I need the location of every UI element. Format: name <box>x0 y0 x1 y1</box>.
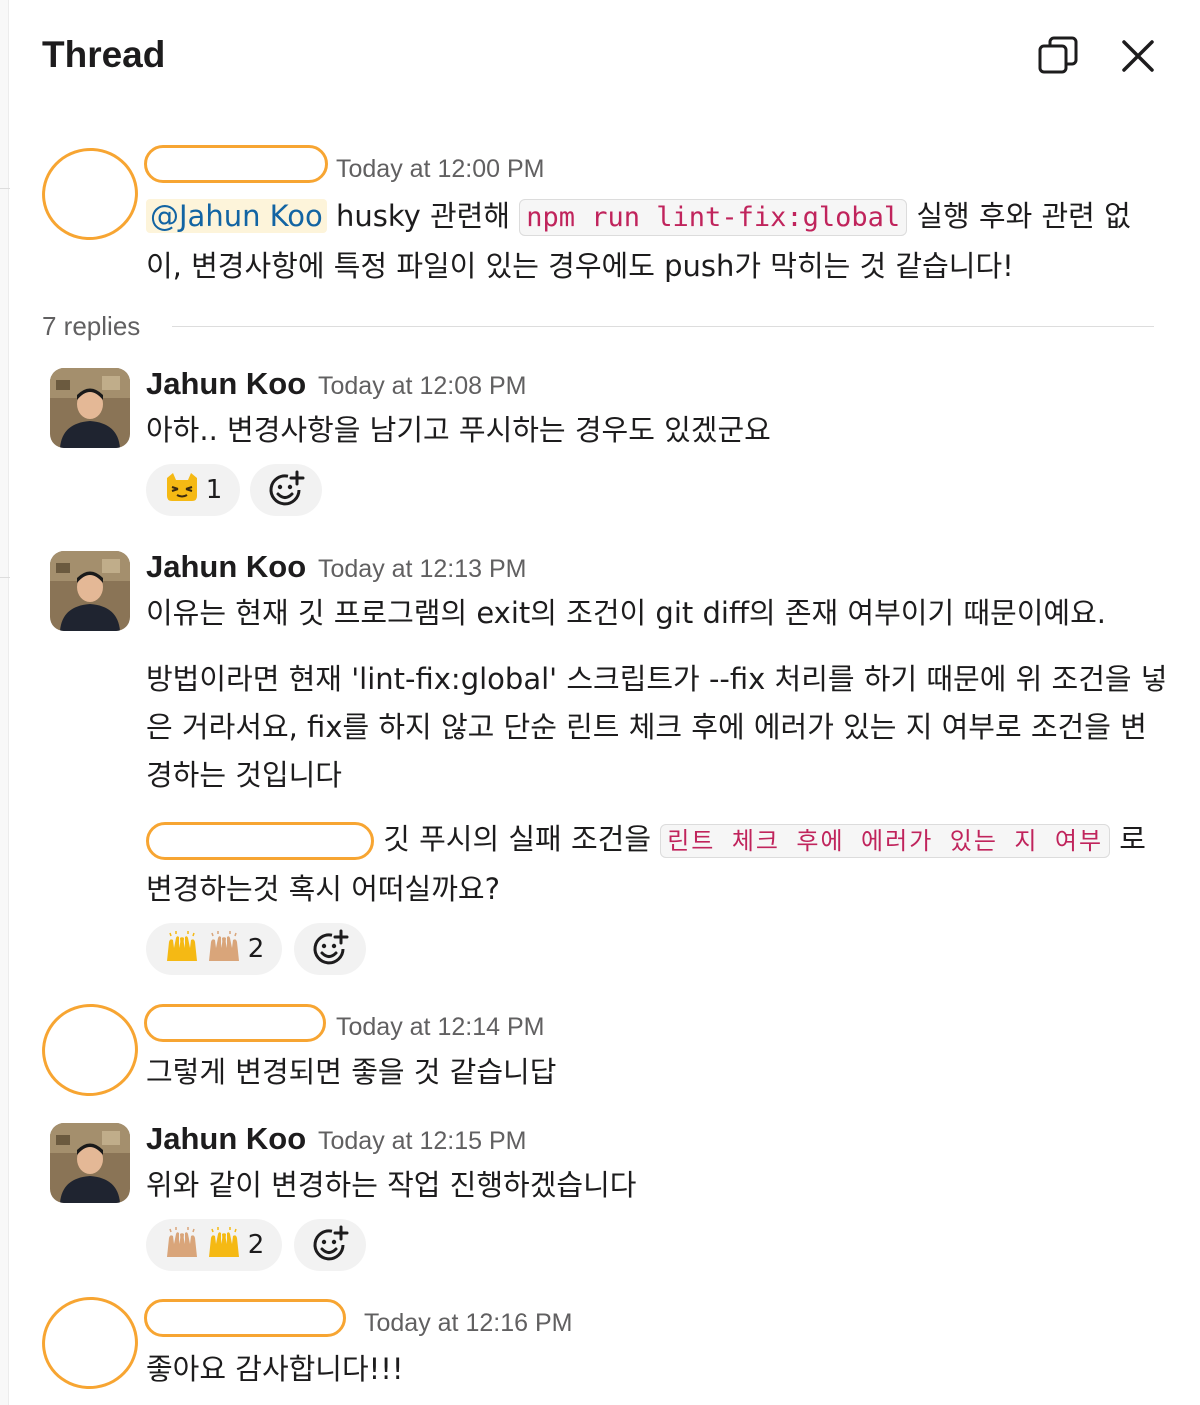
message-paragraph: 방법이라면 현재 'lint-fix:global' 스크립트가 --fix 처… <box>146 662 1168 792</box>
add-emoji-icon <box>269 470 305 506</box>
user-name[interactable]: Jahun Koo <box>146 1121 306 1157</box>
message-timestamp[interactable]: Today at 12:15 PM <box>318 1127 526 1156</box>
reply-message: Jahun Koo Today at 12:15 PM 위와 같이 변경하는 작… <box>42 1115 1172 1275</box>
open-in-window-icon[interactable] <box>1034 32 1082 80</box>
message-text: husky 관련해 <box>326 199 520 233</box>
avatar[interactable] <box>50 1123 130 1203</box>
reply-message: Jahun Koo Today at 12:13 PM 이유는 현재 깃 프로그… <box>42 543 1172 975</box>
message-paragraph: 깃 푸시의 실패 조건을 린트 체크 후에 에러가 있는 지 여부 로 변경하는… <box>146 815 1171 913</box>
avatar-redacted <box>36 997 144 1103</box>
inline-code: 린트 체크 후에 에러가 있는 지 여부 <box>660 824 1111 858</box>
cat-laughing-emoji <box>164 472 200 509</box>
add-emoji-icon <box>313 1225 349 1261</box>
message-timestamp[interactable]: Today at 12:00 PM <box>336 155 544 184</box>
redacted-mention <box>146 822 374 860</box>
message-timestamp[interactable]: Today at 12:16 PM <box>364 1309 572 1338</box>
message-text: 깃 푸시의 실패 조건을 <box>374 822 661 856</box>
left-divider <box>0 0 9 1405</box>
message-timestamp[interactable]: Today at 12:08 PM <box>318 372 526 401</box>
avatar-redacted <box>36 141 144 247</box>
reply-message: Jahun Koo Today at 12:08 PM 아하.. 변경사항을 남… <box>42 360 1172 520</box>
reaction-count: 2 <box>247 934 265 964</box>
message-text: 좋아요 감사합니다!!! <box>146 1352 404 1386</box>
reaction-count: 2 <box>247 1230 265 1260</box>
redacted-name <box>144 1299 346 1337</box>
redacted-name <box>144 145 328 183</box>
message-text: 실행 후와 관련 없 <box>907 199 1131 233</box>
message-text: 그렇게 변경되면 좋을 것 같습니답 <box>146 1055 557 1089</box>
message-body: @Jahun Koo husky 관련해 npm run lint-fix:gl… <box>146 192 1171 290</box>
reaction-pill[interactable]: 2 <box>146 923 282 975</box>
message-text: 아하.. 변경사항을 남기고 푸시하는 경우도 있겠군요 <box>146 413 771 447</box>
message-timestamp[interactable]: Today at 12:13 PM <box>318 555 526 584</box>
add-emoji-icon <box>313 929 349 965</box>
user-mention[interactable]: @Jahun Koo <box>146 199 327 233</box>
message-text: 변경하는것 혹시 어떠실까요? <box>146 872 500 906</box>
divider-line <box>172 326 1154 327</box>
message-text: 위와 같이 변경하는 작업 진행하겠습니다 <box>146 1168 637 1202</box>
inline-code: npm run lint-fix:global <box>519 199 908 236</box>
raised-hands-emoji <box>164 1226 200 1265</box>
message-paragraph: 이유는 현재 깃 프로그램의 exit의 조건이 git diff의 존재 여부… <box>146 596 1106 630</box>
left-divider-tick <box>0 577 10 578</box>
add-reaction-button[interactable] <box>250 464 322 516</box>
message-timestamp[interactable]: Today at 12:14 PM <box>336 1013 544 1042</box>
parent-message: Today at 12:00 PM @Jahun Koo husky 관련해 n… <box>36 140 1172 300</box>
replies-count: 7 replies <box>42 311 141 341</box>
add-reaction-button[interactable] <box>294 1219 366 1271</box>
message-text: 로 <box>1110 822 1146 856</box>
message-text: 이, 변경사항에 특정 파일이 있는 경우에도 push가 막히는 것 같습니다… <box>146 249 1014 283</box>
user-name[interactable]: Jahun Koo <box>146 549 306 585</box>
close-icon[interactable] <box>1114 32 1162 80</box>
add-reaction-button[interactable] <box>294 923 366 975</box>
reaction-count: 1 <box>205 475 223 505</box>
raised-hands-emoji <box>206 1226 242 1265</box>
reaction-pill[interactable]: 2 <box>146 1219 282 1271</box>
raised-hands-emoji <box>164 930 200 969</box>
avatar-redacted <box>36 1290 144 1396</box>
user-name[interactable]: Jahun Koo <box>146 366 306 402</box>
avatar[interactable] <box>50 551 130 631</box>
raised-hands-emoji <box>206 930 242 969</box>
thread-title: Thread <box>42 34 166 75</box>
reply-message: Today at 12:14 PM 그렇게 변경되면 좋을 것 같습니답 <box>36 997 1172 1108</box>
left-divider-tick <box>0 188 10 189</box>
thread-header: Thread <box>42 30 1162 90</box>
replies-divider: 7 replies <box>42 305 1154 345</box>
reaction-pill[interactable]: 1 <box>146 464 240 516</box>
reply-message: Today at 12:16 PM 좋아요 감사합니다!!! <box>36 1290 1172 1400</box>
redacted-name <box>144 1004 326 1042</box>
avatar[interactable] <box>50 368 130 448</box>
